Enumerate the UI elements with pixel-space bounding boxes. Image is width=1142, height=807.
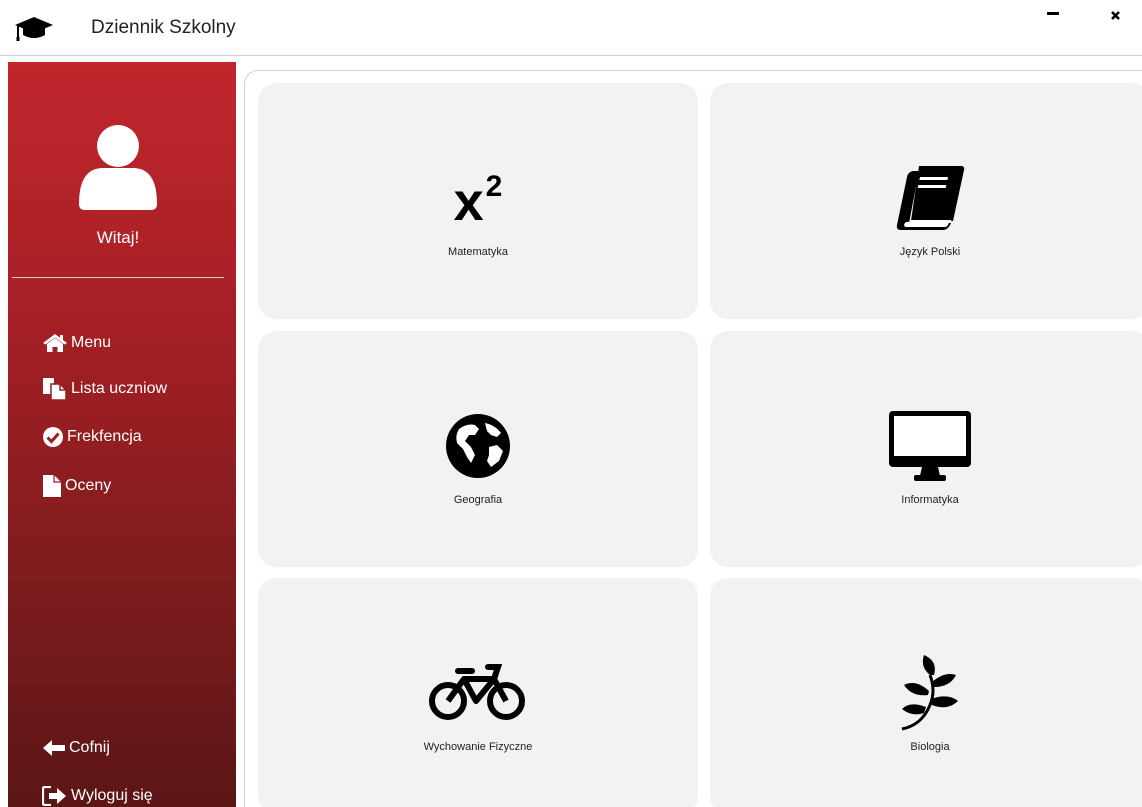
copy-icon <box>43 378 67 401</box>
sidebar-item-menu[interactable]: Menu <box>42 330 111 356</box>
subject-tile-matematyka[interactable]: x2 Matematyka <box>258 83 698 319</box>
check-circle-icon <box>43 427 63 447</box>
subject-grid: x2 Matematyka Język Polski Geografia Inf… <box>244 70 1142 807</box>
sidebar-item-label: Menu <box>71 334 112 351</box>
subject-label: Wychowanie Fizyczne <box>423 741 533 753</box>
globe-icon <box>446 414 510 478</box>
sidebar-item-label: Frekfencja <box>67 428 142 445</box>
user-icon <box>79 125 157 210</box>
sidebar: Witaj! Menu Lista uczniow Frekfencja Oce… <box>8 62 236 807</box>
sidebar-item-oceny[interactable]: Oceny <box>42 473 111 499</box>
graduation-cap-icon <box>15 17 53 41</box>
app-title: Dziennik Szkolny <box>91 17 236 38</box>
welcome-text: Witaj! <box>96 228 140 247</box>
subject-label: Matematyka <box>448 246 508 258</box>
sidebar-item-label: Oceny <box>65 477 112 494</box>
subject-tile-biologia[interactable]: Biologia <box>710 578 1142 807</box>
sidebar-item-lista-uczniow[interactable]: Lista uczniow <box>42 376 167 402</box>
subject-label: Biologia <box>910 741 950 753</box>
logout-button-label: Wyloguj się <box>71 787 153 804</box>
back-button-label: Cofnij <box>69 739 110 756</box>
sign-out-icon <box>42 786 66 806</box>
title-bar: Dziennik Szkolny <box>0 0 1142 56</box>
desktop-icon <box>889 411 971 481</box>
subject-tile-jezyk-polski[interactable]: Język Polski <box>710 83 1142 319</box>
subject-label: Geografia <box>453 494 503 506</box>
back-button[interactable]: Cofnij <box>42 735 110 761</box>
file-icon <box>43 475 61 497</box>
home-icon <box>43 334 67 352</box>
sidebar-divider <box>12 277 224 278</box>
leaf-icon <box>901 655 958 731</box>
sidebar-item-frekfencja[interactable]: Frekfencja <box>42 424 142 450</box>
bicycle-icon <box>429 664 525 720</box>
book-icon <box>896 166 965 230</box>
subject-tile-geografia[interactable]: Geografia <box>258 331 698 567</box>
subject-tile-wychowanie-fizyczne[interactable]: Wychowanie Fizyczne <box>258 578 698 807</box>
logout-button[interactable]: Wyloguj się <box>42 783 153 807</box>
minimize-icon[interactable] <box>1043 4 1065 26</box>
arrow-left-icon <box>43 740 65 756</box>
subject-label: Informatyka <box>901 494 959 506</box>
superscript-icon: x2 <box>453 170 503 232</box>
sidebar-item-label: Lista uczniow <box>71 380 168 397</box>
subject-label: Język Polski <box>899 246 961 258</box>
subject-tile-informatyka[interactable]: Informatyka <box>710 331 1142 567</box>
close-icon[interactable] <box>1104 4 1126 26</box>
